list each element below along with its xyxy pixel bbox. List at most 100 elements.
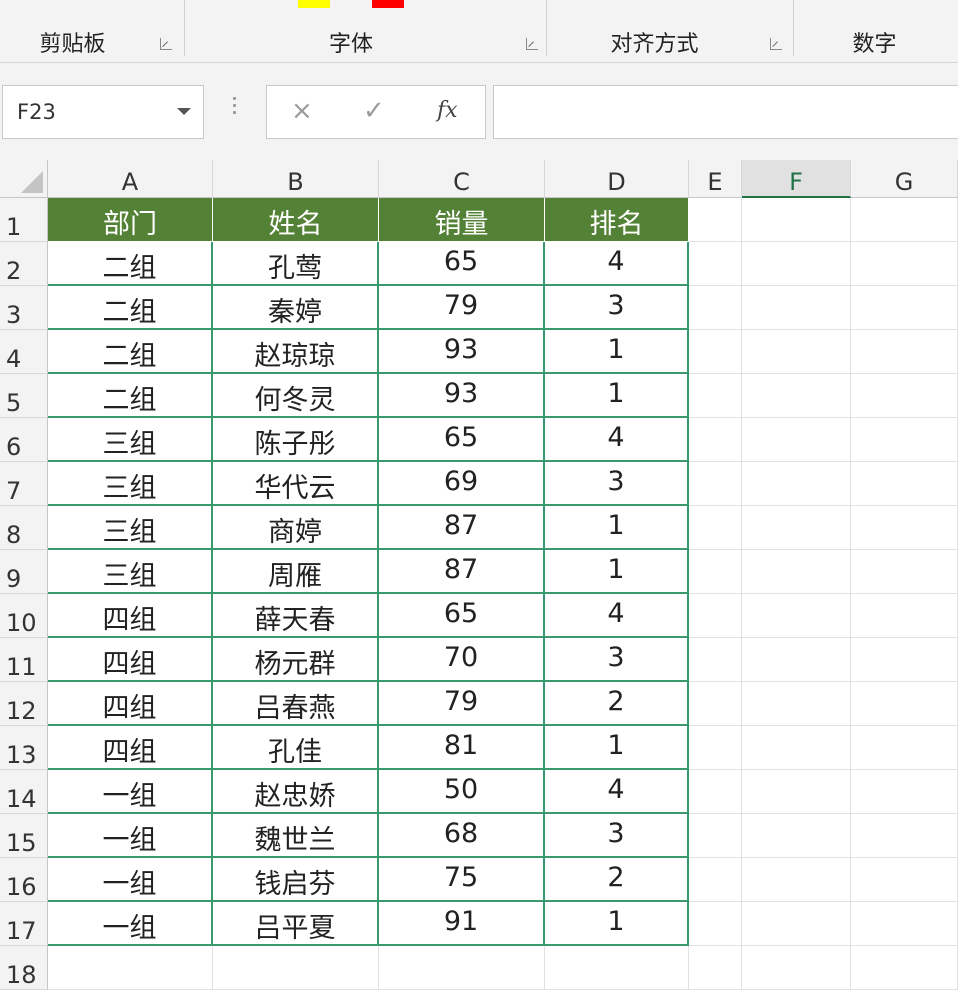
cell[interactable] <box>742 374 851 418</box>
cell[interactable] <box>851 638 958 682</box>
cell[interactable] <box>689 506 742 550</box>
cell[interactable] <box>689 770 742 814</box>
column-header-f[interactable]: F <box>742 160 851 198</box>
data-cell[interactable]: 50 <box>379 770 545 814</box>
column-header-e[interactable]: E <box>689 160 742 198</box>
row-header-8[interactable]: 8 <box>0 506 48 550</box>
data-cell[interactable]: 二组 <box>48 286 213 330</box>
cell[interactable] <box>689 638 742 682</box>
enter-check-icon[interactable]: ✓ <box>363 96 385 126</box>
data-cell[interactable]: 4 <box>545 242 689 286</box>
data-cell[interactable]: 陈子彤 <box>213 418 379 462</box>
data-cell[interactable]: 三组 <box>48 462 213 506</box>
data-cell[interactable]: 70 <box>379 638 545 682</box>
data-cell[interactable]: 65 <box>379 594 545 638</box>
formula-input[interactable] <box>493 85 958 139</box>
cell[interactable] <box>851 462 958 506</box>
data-cell[interactable]: 二组 <box>48 242 213 286</box>
cell[interactable] <box>689 682 742 726</box>
chevron-down-icon[interactable] <box>177 108 191 115</box>
data-cell[interactable]: 69 <box>379 462 545 506</box>
data-cell[interactable]: 钱启芬 <box>213 858 379 902</box>
cell[interactable] <box>742 814 851 858</box>
cell[interactable] <box>851 418 958 462</box>
data-cell[interactable]: 一组 <box>48 858 213 902</box>
cell[interactable] <box>851 286 958 330</box>
cell[interactable] <box>742 858 851 902</box>
column-header-d[interactable]: D <box>545 160 689 198</box>
data-cell[interactable]: 四组 <box>48 726 213 770</box>
column-header-b[interactable]: B <box>213 160 379 198</box>
data-cell[interactable]: 93 <box>379 374 545 418</box>
select-all-corner[interactable] <box>0 160 48 198</box>
data-cell[interactable]: 2 <box>545 858 689 902</box>
data-cell[interactable]: 赵忠娇 <box>213 770 379 814</box>
data-cell[interactable]: 华代云 <box>213 462 379 506</box>
insert-function-icon[interactable]: fx <box>437 98 458 123</box>
data-cell[interactable]: 3 <box>545 286 689 330</box>
row-header-11[interactable]: 11 <box>0 638 48 682</box>
data-cell[interactable]: 孔佳 <box>213 726 379 770</box>
data-cell[interactable]: 65 <box>379 242 545 286</box>
data-cell[interactable]: 1 <box>545 506 689 550</box>
cell[interactable] <box>851 682 958 726</box>
row-header-3[interactable]: 3 <box>0 286 48 330</box>
cell[interactable] <box>851 330 958 374</box>
data-cell[interactable]: 2 <box>545 682 689 726</box>
cancel-icon[interactable]: × <box>291 96 313 126</box>
row-header-16[interactable]: 16 <box>0 858 48 902</box>
row-header-7[interactable]: 7 <box>0 462 48 506</box>
cell[interactable] <box>742 198 851 242</box>
row-header-14[interactable]: 14 <box>0 770 48 814</box>
drag-handle-icon[interactable] <box>233 97 237 118</box>
cell[interactable] <box>851 726 958 770</box>
cell[interactable] <box>689 858 742 902</box>
data-cell[interactable]: 一组 <box>48 814 213 858</box>
data-cell[interactable]: 91 <box>379 902 545 946</box>
data-cell[interactable]: 四组 <box>48 682 213 726</box>
data-cell[interactable]: 68 <box>379 814 545 858</box>
data-cell[interactable]: 二组 <box>48 374 213 418</box>
data-cell[interactable]: 75 <box>379 858 545 902</box>
data-cell[interactable]: 孔莺 <box>213 242 379 286</box>
data-cell[interactable]: 3 <box>545 638 689 682</box>
cell[interactable] <box>742 946 851 990</box>
data-cell[interactable]: 薛天春 <box>213 594 379 638</box>
cell[interactable] <box>851 770 958 814</box>
data-cell[interactable]: 79 <box>379 286 545 330</box>
header-cell[interactable]: 部门 <box>48 198 213 242</box>
data-cell[interactable]: 三组 <box>48 506 213 550</box>
data-cell[interactable]: 何冬灵 <box>213 374 379 418</box>
column-header-g[interactable]: G <box>851 160 958 198</box>
data-cell[interactable]: 商婷 <box>213 506 379 550</box>
cell[interactable] <box>742 242 851 286</box>
data-cell[interactable]: 81 <box>379 726 545 770</box>
data-cell[interactable]: 1 <box>545 374 689 418</box>
cell[interactable] <box>851 550 958 594</box>
cell[interactable] <box>689 946 742 990</box>
cell[interactable] <box>851 902 958 946</box>
data-cell[interactable]: 4 <box>545 770 689 814</box>
data-cell[interactable]: 79 <box>379 682 545 726</box>
cell[interactable] <box>742 770 851 814</box>
data-cell[interactable]: 3 <box>545 814 689 858</box>
cell[interactable] <box>689 462 742 506</box>
cell[interactable] <box>742 330 851 374</box>
data-cell[interactable]: 一组 <box>48 770 213 814</box>
name-box[interactable]: F23 <box>2 85 204 139</box>
data-cell[interactable]: 1 <box>545 726 689 770</box>
cell[interactable] <box>851 506 958 550</box>
cell[interactable] <box>742 418 851 462</box>
row-header-5[interactable]: 5 <box>0 374 48 418</box>
cell[interactable] <box>742 682 851 726</box>
column-header-c[interactable]: C <box>379 160 545 198</box>
data-cell[interactable]: 赵琼琼 <box>213 330 379 374</box>
data-cell[interactable]: 1 <box>545 330 689 374</box>
cell[interactable] <box>851 946 958 990</box>
cell[interactable] <box>689 286 742 330</box>
cell[interactable] <box>851 198 958 242</box>
row-header-1[interactable]: 1 <box>0 198 48 242</box>
cell[interactable] <box>742 550 851 594</box>
cell[interactable] <box>851 814 958 858</box>
row-header-4[interactable]: 4 <box>0 330 48 374</box>
